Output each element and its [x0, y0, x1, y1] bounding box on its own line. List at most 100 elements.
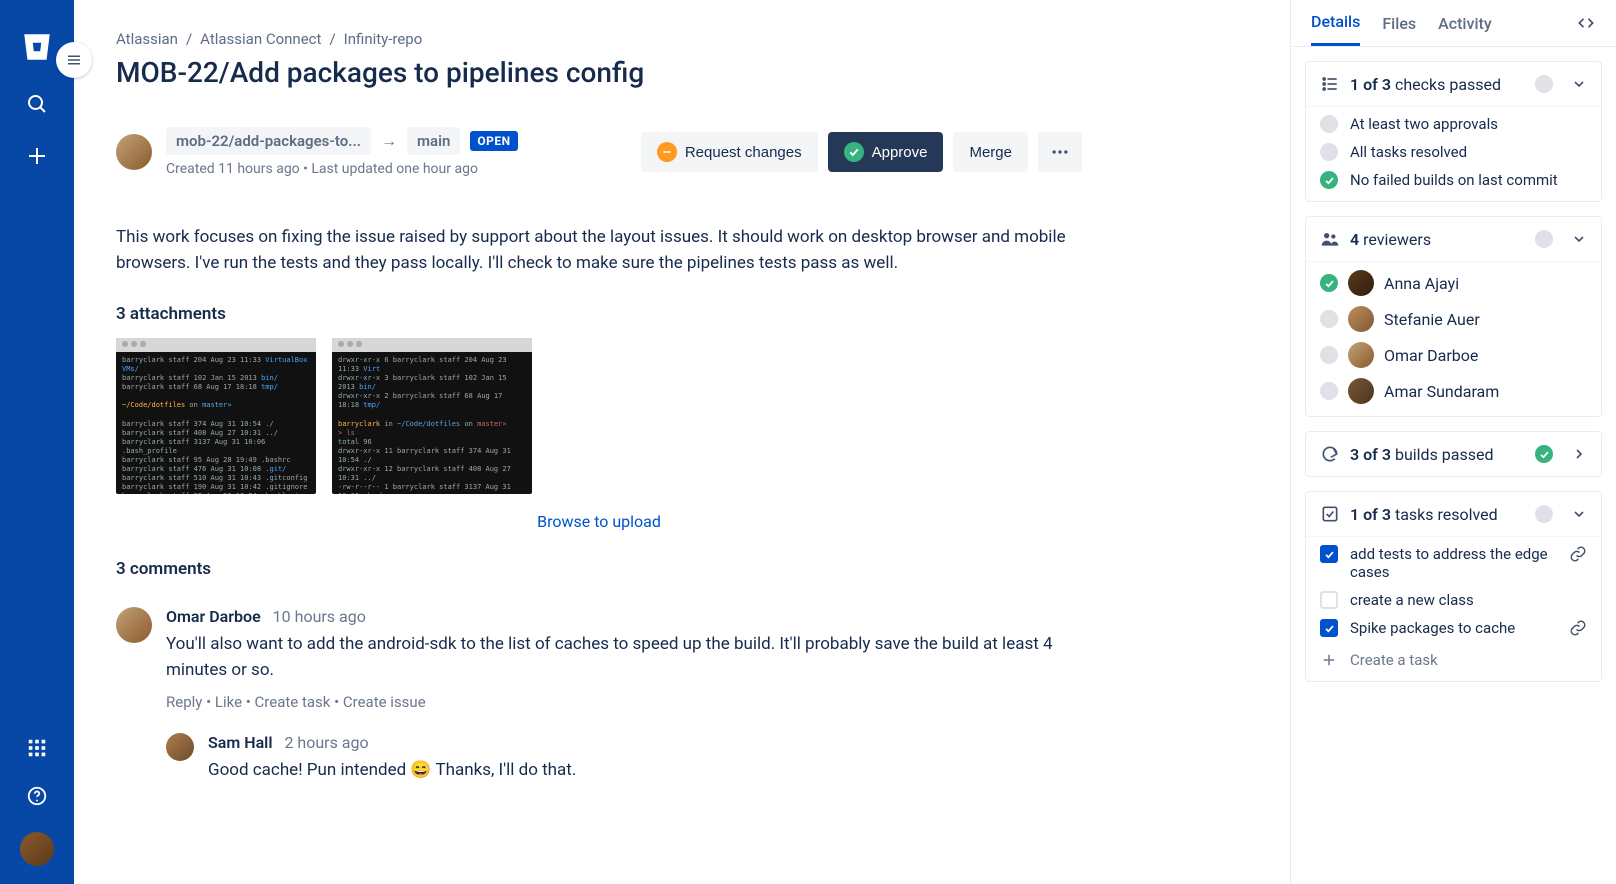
pending-icon	[1320, 346, 1338, 364]
task-checkbox[interactable]	[1320, 619, 1338, 637]
create-issue-action[interactable]: Create issue	[343, 693, 426, 711]
browse-upload-link[interactable]: Browse to upload	[537, 512, 661, 531]
builds-panel-header[interactable]: 3 of 3 builds passed	[1306, 432, 1601, 476]
check-label: At least two approvals	[1350, 115, 1498, 133]
approve-button[interactable]: Approve	[828, 132, 944, 172]
reviewer-row: Anna Ajayi	[1320, 270, 1587, 296]
request-changes-label: Request changes	[685, 144, 802, 161]
link-icon[interactable]	[1569, 545, 1587, 563]
main-content: Atlassian/ Atlassian Connect/ Infinity-r…	[74, 0, 1290, 884]
reviewers-label: reviewers	[1363, 230, 1431, 249]
more-horizontal-icon	[1050, 142, 1070, 162]
link-icon[interactable]	[1569, 619, 1587, 637]
global-nav-rail	[0, 0, 74, 884]
reviewer-avatar[interactable]	[1348, 378, 1374, 404]
attachment-thumbnail[interactable]: drwxr-xr-x 6 barryclark staff 204 Aug 23…	[332, 338, 532, 494]
builds-panel: 3 of 3 builds passed	[1305, 431, 1602, 477]
create-icon[interactable]	[25, 144, 49, 168]
create-task-button[interactable]: Create a task	[1320, 647, 1587, 669]
current-user-avatar[interactable]	[20, 832, 54, 866]
tab-activity[interactable]: Activity	[1438, 14, 1492, 45]
status-dot-icon	[1535, 230, 1553, 248]
breadcrumb-link[interactable]: Atlassian	[116, 30, 178, 48]
more-actions-button[interactable]	[1038, 132, 1082, 172]
check-label: No failed builds on last commit	[1350, 171, 1558, 189]
reviewer-name[interactable]: Amar Sundaram	[1384, 382, 1499, 401]
chevron-right-icon	[1571, 446, 1587, 462]
target-branch[interactable]: main	[407, 127, 460, 155]
tasks-panel-header[interactable]: 1 of 3 tasks resolved	[1306, 492, 1601, 536]
page-title: MOB-22/Add packages to pipelines config	[116, 56, 1082, 89]
reviewer-name[interactable]: Stefanie Auer	[1384, 310, 1480, 329]
reviewers-panel-header[interactable]: 4 reviewers	[1306, 217, 1601, 261]
comment: Omar Darboe 10 hours ago You'll also wan…	[116, 607, 1082, 784]
pr-description: This work focuses on fixing the issue ra…	[116, 225, 1082, 276]
checks-panel-header[interactable]: 1 of 3 checks passed	[1306, 62, 1601, 106]
reviewers-count: 4	[1350, 230, 1359, 249]
refresh-icon	[1320, 444, 1340, 464]
task-label: add tests to address the edge cases	[1350, 545, 1557, 581]
check-item: At least two approvals	[1320, 115, 1587, 133]
attachments-list: barryclark staff 204 Aug 23 11:33 Virtua…	[116, 338, 1082, 494]
task-checkbox[interactable]	[1320, 545, 1338, 563]
comment-actions: Reply • Like • Create task • Create issu…	[166, 693, 1082, 711]
tasks-panel: 1 of 3 tasks resolved add tests to addre…	[1305, 491, 1602, 682]
check-circle-icon	[844, 142, 864, 162]
status-dot-icon	[1535, 75, 1553, 93]
like-action[interactable]: Like	[215, 693, 242, 711]
status-success-icon	[1535, 445, 1553, 463]
expand-sidebar-icon[interactable]	[1576, 13, 1596, 45]
reply-action[interactable]: Reply	[166, 693, 202, 711]
comment-text: Good cache! Pun intended 😄 Thanks, I'll …	[208, 758, 1082, 784]
breadcrumb: Atlassian/ Atlassian Connect/ Infinity-r…	[116, 30, 1082, 48]
comment-reply: Sam Hall 2 hours ago Good cache! Pun int…	[166, 733, 1082, 784]
comment-author[interactable]: Omar Darboe	[166, 607, 261, 626]
reviewers-panel: 4 reviewers Anna Ajayi Stefanie Auer Omar …	[1305, 216, 1602, 417]
app-switcher-icon[interactable]	[25, 736, 49, 760]
pr-meta: Created 11 hours ago • Last updated one …	[166, 161, 518, 177]
comment-age: 2 hours ago	[284, 733, 368, 752]
status-dot-icon	[1535, 505, 1553, 523]
sidebar-toggle-button[interactable]	[56, 42, 92, 78]
task-label: create a new class	[1350, 591, 1587, 609]
reviewer-avatar[interactable]	[1348, 342, 1374, 368]
attachment-thumbnail[interactable]: barryclark staff 204 Aug 23 11:33 Virtua…	[116, 338, 316, 494]
tab-details[interactable]: Details	[1311, 12, 1360, 46]
reviewer-row: Amar Sundaram	[1320, 378, 1587, 404]
comment-avatar[interactable]	[166, 733, 194, 761]
bitbucket-logo-icon[interactable]	[20, 30, 54, 64]
author-avatar[interactable]	[116, 134, 152, 170]
comment-avatar[interactable]	[116, 607, 152, 643]
help-icon[interactable]	[25, 784, 49, 808]
chevron-down-icon	[1571, 231, 1587, 247]
arrow-right-icon: →	[381, 131, 397, 151]
pending-icon	[1320, 310, 1338, 328]
reviewer-name[interactable]: Anna Ajayi	[1384, 274, 1459, 293]
request-changes-button[interactable]: Request changes	[641, 132, 818, 172]
reviewer-name[interactable]: Omar Darboe	[1384, 346, 1478, 365]
reviewer-avatar[interactable]	[1348, 270, 1374, 296]
task-row: Spike packages to cache	[1320, 619, 1587, 637]
create-task-action[interactable]: Create task	[255, 693, 331, 711]
breadcrumb-link[interactable]: Infinity-repo	[344, 30, 423, 48]
comment-author[interactable]: Sam Hall	[208, 733, 272, 752]
tab-files[interactable]: Files	[1382, 14, 1416, 45]
task-checkbox[interactable]	[1320, 591, 1338, 609]
minus-circle-icon	[657, 142, 677, 162]
builds-count: 3 of 3	[1350, 445, 1391, 464]
check-label: All tasks resolved	[1350, 143, 1467, 161]
reviewer-avatar[interactable]	[1348, 306, 1374, 332]
status-badge: OPEN	[470, 131, 517, 151]
builds-label: builds passed	[1395, 445, 1494, 464]
merge-button[interactable]: Merge	[953, 132, 1028, 172]
reviewer-row: Stefanie Auer	[1320, 306, 1587, 332]
check-item: No failed builds on last commit	[1320, 171, 1587, 189]
details-sidebar: Details Files Activity 1 of 3 checks pas…	[1290, 0, 1616, 884]
source-branch[interactable]: mob-22/add-packages-to...	[166, 127, 371, 155]
checks-panel: 1 of 3 checks passed At least two approv…	[1305, 61, 1602, 202]
search-icon[interactable]	[25, 92, 49, 116]
checks-label: checks passed	[1395, 75, 1501, 94]
task-icon	[1320, 504, 1340, 524]
task-label: Spike packages to cache	[1350, 619, 1557, 637]
breadcrumb-link[interactable]: Atlassian Connect	[200, 30, 321, 48]
